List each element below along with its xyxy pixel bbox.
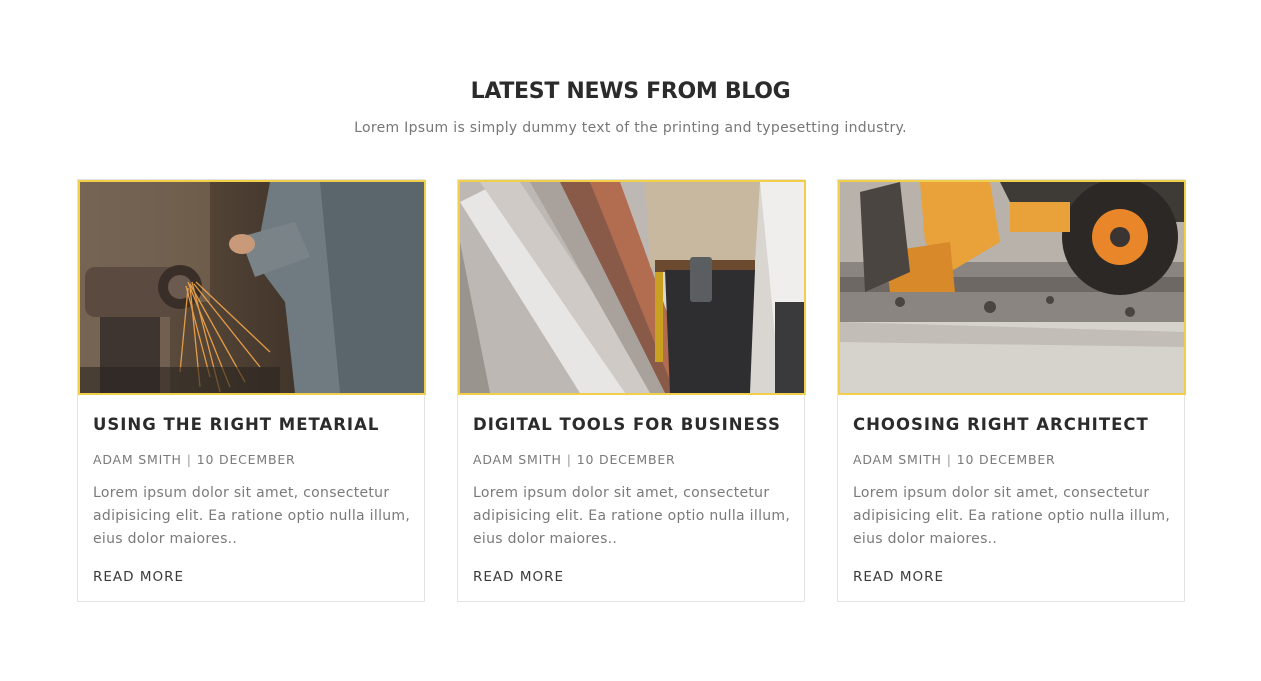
blog-card-meta: ADAM SMITH | 10 DECEMBER	[93, 451, 296, 469]
blog-card-excerpt: Lorem ipsum dolor sit amet, consectetur …	[93, 485, 411, 547]
blog-card-author[interactable]: ADAM SMITH	[473, 452, 562, 467]
blog-card-author[interactable]: ADAM SMITH	[93, 452, 182, 467]
read-more-link[interactable]: READ MORE	[93, 568, 184, 586]
blog-card-meta: ADAM SMITH | 10 DECEMBER	[473, 451, 676, 469]
photo-angle-grinder-sparks-icon	[80, 182, 424, 393]
blog-card-title[interactable]: DIGITAL TOOLS FOR BUSINESS	[473, 414, 781, 436]
blog-card-title[interactable]: USING THE RIGHT METARIAL	[93, 414, 379, 436]
blog-card-date: 10 DECEMBER	[576, 452, 676, 467]
blog-card: USING THE RIGHT METARIAL ADAM SMITH | 10 D…	[77, 179, 426, 602]
meta-separator: |	[566, 452, 572, 467]
read-more-link[interactable]: READ MORE	[853, 568, 944, 586]
section-title: LATEST NEWS FROM BLOG	[470, 79, 791, 104]
blog-card-meta: ADAM SMITH | 10 DECEMBER	[853, 451, 1056, 469]
blog-card-excerpt: Lorem ipsum dolor sit amet, consectetur …	[473, 485, 791, 547]
photo-excavator-concrete-icon	[840, 182, 1184, 393]
blog-card-image-link[interactable]	[838, 180, 1186, 395]
photo-worker-tool-belt-icon	[460, 182, 804, 393]
blog-card-excerpt: Lorem ipsum dolor sit amet, consectetur …	[853, 485, 1171, 547]
meta-separator: |	[186, 452, 192, 467]
blog-card-author[interactable]: ADAM SMITH	[853, 452, 942, 467]
blog-card: DIGITAL TOOLS FOR BUSINESS ADAM SMITH | 10…	[457, 179, 806, 602]
section-subtitle: Lorem Ipsum is simply dummy text of the …	[354, 120, 907, 136]
blog-card-date: 10 DECEMBER	[956, 452, 1056, 467]
blog-card-image-link[interactable]	[458, 180, 806, 395]
meta-separator: |	[946, 452, 952, 467]
blog-card-image-link[interactable]	[78, 180, 426, 395]
blog-card-date: 10 DECEMBER	[196, 452, 296, 467]
blog-card: CHOOSING RIGHT ARCHITECT ADAM SMITH | 10 D…	[837, 179, 1186, 602]
read-more-link[interactable]: READ MORE	[473, 568, 564, 586]
blog-card-title[interactable]: CHOOSING RIGHT ARCHITECT	[853, 414, 1149, 436]
